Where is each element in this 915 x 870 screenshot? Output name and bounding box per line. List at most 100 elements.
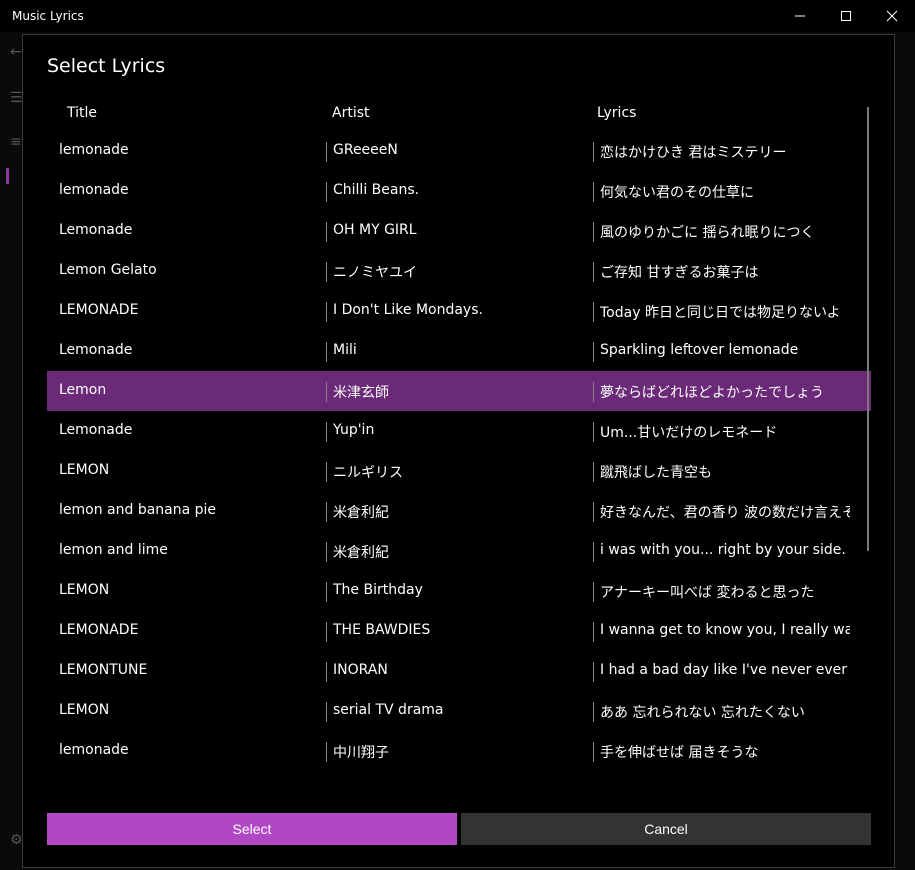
column-separator	[326, 302, 327, 322]
row-lyrics: 好きなんだ、君の香り 波の数だけ言えそう	[600, 505, 850, 521]
row-lyrics: I had a bad day like I've never ever had	[600, 662, 850, 678]
row-title: Lemon	[59, 382, 107, 398]
row-lyrics: 夢ならばどれほどよかったでしょう	[600, 385, 824, 401]
row-lyrics: i was with you... right by your side.	[600, 542, 846, 558]
table-row[interactable]: LEMON The Birthday アナーキー叫べば 変わると思った	[47, 571, 871, 611]
row-lyrics: アナーキー叫べば 変わると思った	[600, 585, 815, 601]
column-header-artist[interactable]: Artist	[332, 105, 370, 121]
column-separator	[326, 742, 327, 762]
maximize-icon	[841, 11, 851, 21]
hamburger-menu-icon: ☰	[10, 90, 23, 106]
row-title: Lemonade	[59, 342, 133, 358]
table-row[interactable]: LEMONADE I Don't Like Mondays. Today 昨日と同じ…	[47, 291, 871, 331]
column-separator	[593, 422, 594, 442]
table-row[interactable]: lemonade Chilli Beans. 何気ない君のその仕草に	[47, 171, 871, 211]
row-artist: serial TV drama	[333, 702, 444, 718]
column-separator	[593, 142, 594, 162]
table-header: Title Artist Lyrics	[47, 103, 867, 123]
column-separator	[326, 542, 327, 562]
maximize-button[interactable]	[823, 0, 869, 32]
row-artist: 米倉利紀	[333, 545, 389, 561]
table-row[interactable]: lemonade 中川翔子 手を伸ばせば 届きそうな	[47, 731, 871, 771]
app-title: Music Lyrics	[12, 9, 84, 23]
close-button[interactable]	[869, 0, 915, 32]
column-separator	[593, 302, 594, 322]
column-separator	[593, 182, 594, 202]
row-artist: ニルギリス	[333, 465, 403, 481]
row-artist: 米倉利紀	[333, 505, 389, 521]
column-separator	[593, 342, 594, 362]
column-separator	[593, 742, 594, 762]
row-title: LEMON	[59, 702, 110, 718]
column-separator	[593, 622, 594, 642]
row-artist: 米津玄師	[333, 385, 389, 401]
column-separator	[326, 582, 327, 602]
row-artist: Yup'in	[333, 422, 375, 438]
row-title: lemonade	[59, 742, 129, 758]
nav-selection-indicator	[6, 168, 9, 184]
row-lyrics: 恋はかけひき 君はミステリー	[600, 145, 787, 161]
column-separator	[326, 142, 327, 162]
row-title: LEMONTUNE	[59, 662, 148, 678]
column-header-lyrics[interactable]: Lyrics	[597, 105, 636, 121]
vertical-scrollbar[interactable]	[867, 107, 869, 551]
row-artist: OH MY GIRL	[333, 222, 417, 238]
table-row[interactable]: Lemonade OH MY GIRL 風のゆりかごに 揺られ眠りにつく	[47, 211, 871, 251]
table-row[interactable]: LEMON ニルギリス 蹴飛ばした青空も	[47, 451, 871, 491]
column-separator	[326, 222, 327, 242]
row-title: lemon and banana pie	[59, 502, 217, 518]
column-separator	[326, 462, 327, 482]
column-separator	[593, 662, 594, 682]
row-lyrics: Today 昨日と同じ日では物足りないよ	[600, 305, 841, 321]
row-lyrics: 何気ない君のその仕草に	[600, 185, 754, 201]
row-artist: Mili	[333, 342, 357, 358]
column-separator	[326, 182, 327, 202]
select-lyrics-dialog: Select Lyrics Title Artist Lyrics lemona…	[22, 34, 895, 868]
column-separator	[593, 582, 594, 602]
row-lyrics: I wanna get to know you, I really wanna	[600, 622, 850, 638]
row-artist: THE BAWDIES	[333, 622, 431, 638]
column-separator	[326, 382, 327, 402]
row-artist: GReeeeN	[333, 142, 398, 158]
column-header-title[interactable]: Title	[67, 105, 97, 121]
row-title: Lemonade	[59, 222, 133, 238]
table-row[interactable]: LEMON serial TV drama ああ 忘れられない 忘れたくない	[47, 691, 871, 731]
row-artist: INORAN	[333, 662, 388, 678]
dialog-title: Select Lyrics	[47, 55, 166, 77]
row-title: Lemon Gelato	[59, 262, 157, 278]
cancel-button[interactable]: Cancel	[461, 813, 871, 845]
select-button[interactable]: Select	[47, 813, 457, 845]
table-row[interactable]: LEMONADE THE BAWDIES I wanna get to know y…	[47, 611, 871, 651]
settings-gear-icon: ⚙	[10, 832, 23, 848]
row-title: LEMON	[59, 582, 110, 598]
table-row[interactable]: Lemonade Mili Sparkling leftover lemonade	[47, 331, 871, 371]
row-lyrics: 手を伸ばせば 届きそうな	[600, 745, 759, 761]
row-lyrics: Sparkling leftover lemonade	[600, 342, 799, 358]
table-row[interactable]: lemonade GReeeeN 恋はかけひき 君はミステリー	[47, 131, 871, 171]
column-separator	[326, 422, 327, 442]
column-separator	[593, 382, 594, 402]
table-row[interactable]: LEMONTUNE INORAN I had a bad day like I've…	[47, 651, 871, 691]
back-arrow-icon: ←	[10, 44, 22, 60]
close-icon	[886, 10, 898, 22]
column-separator	[326, 702, 327, 722]
table-row[interactable]: Lemonade Yup'in Um...甘いだけのレモネード	[47, 411, 871, 451]
table-row[interactable]: Lemon Gelato ニノミヤユイ ご存知 甘すぎるお菓子は	[47, 251, 871, 291]
minimize-button[interactable]	[777, 0, 823, 32]
row-title: Lemonade	[59, 422, 133, 438]
row-title: LEMONADE	[59, 302, 139, 318]
column-separator	[326, 342, 327, 362]
table-row[interactable]: lemon and banana pie 米倉利紀 好きなんだ、君の香り 波の数だけ…	[47, 491, 871, 531]
lyrics-nav-icon: ≡	[10, 134, 22, 150]
row-artist: Chilli Beans.	[333, 182, 420, 198]
table-row[interactable]: lemon and lime 米倉利紀 i was with you... righ…	[47, 531, 871, 571]
row-title: LEMONADE	[59, 622, 139, 638]
row-title: lemonade	[59, 142, 129, 158]
column-separator	[593, 502, 594, 522]
column-separator	[593, 222, 594, 242]
row-title: lemon and lime	[59, 542, 168, 558]
column-separator	[326, 662, 327, 682]
row-title: LEMON	[59, 462, 110, 478]
title-bar: Music Lyrics	[0, 0, 915, 32]
table-row[interactable]: Lemon 米津玄師 夢ならばどれほどよかったでしょう	[47, 371, 871, 411]
